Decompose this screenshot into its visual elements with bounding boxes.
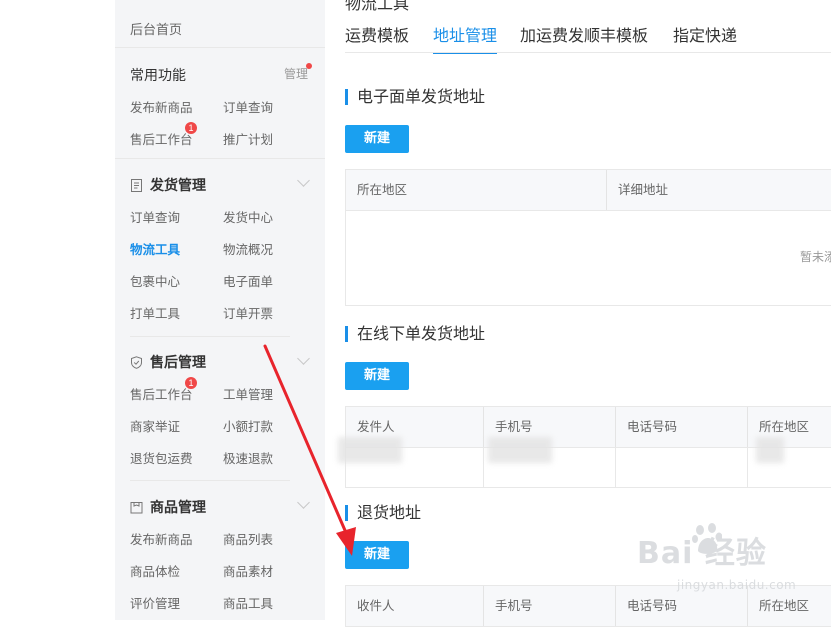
sidebar-item-publish-goods-2[interactable]: 发布新商品 (130, 529, 193, 548)
manage-link[interactable]: 管理 (284, 65, 308, 82)
chevron-down-icon[interactable] (297, 352, 310, 365)
common-functions-title: 常用功能 (130, 68, 186, 84)
tab-freight-template[interactable]: 运费模板 (345, 22, 409, 46)
paw-icon (692, 523, 722, 554)
shipping-management-title: 发货管理 (150, 178, 206, 194)
chevron-down-icon[interactable] (297, 174, 310, 187)
ewaybill-address-table: 所在地区 详细地址 暂未添 (345, 169, 831, 306)
sidebar-item-review-management[interactable]: 评价管理 (130, 593, 180, 612)
sidebar-item-merchant-evidence[interactable]: 商家举证 (130, 416, 180, 435)
tab-divider (345, 52, 831, 53)
chevron-down-icon[interactable] (297, 496, 310, 509)
column-header: 详细地址 (606, 170, 831, 210)
page-title: 物流工具 (345, 0, 410, 13)
shipping-management-header[interactable]: 发货管理 (130, 175, 206, 195)
sidebar-item-aftersale-workbench[interactable]: 售后工作台 (130, 129, 193, 148)
count-badge: 1 (185, 122, 197, 134)
sidebar: 后台首页 常用功能 管理 发布新商品 订单查询 售后工作台 1 推广计划 发货管… (115, 0, 325, 620)
sidebar-item-promotion-plan[interactable]: 推广计划 (223, 129, 273, 148)
section-title-online-order-address: 在线下单发货地址 (345, 326, 485, 342)
document-icon (130, 179, 143, 192)
sidebar-item-e-waybill[interactable]: 电子面单 (223, 271, 273, 290)
sidebar-item-print-tools[interactable]: 打单工具 (130, 303, 180, 322)
divider (115, 47, 325, 48)
sidebar-item-small-payment[interactable]: 小额打款 (223, 416, 273, 435)
new-online-order-address-button[interactable]: 新建 (345, 362, 409, 390)
redacted-content (338, 437, 402, 463)
sidebar-item-logistics-tools[interactable]: 物流工具 (130, 239, 180, 258)
column-divider (615, 447, 616, 487)
column-header: 收件人 (357, 598, 395, 613)
main-content: 物流工具 运费模板 地址管理 加运费发顺丰模板 指定快递 电子面单发货地址 新建… (325, 0, 831, 627)
redacted-content (488, 437, 552, 463)
notification-dot (306, 63, 312, 69)
sidebar-home-link[interactable]: 后台首页 (130, 19, 182, 38)
sidebar-item-goods-checkup[interactable]: 商品体检 (130, 561, 180, 580)
sidebar-item-package-center[interactable]: 包裹中心 (130, 271, 180, 290)
tab-sf-template[interactable]: 加运费发顺丰模板 (520, 22, 648, 46)
count-badge: 1 (185, 377, 197, 389)
empty-state-text: 暂未添 (800, 250, 831, 264)
section-title-return-address: 退货地址 (345, 505, 421, 521)
divider (130, 336, 290, 337)
new-ewaybill-address-button[interactable]: 新建 (345, 125, 409, 153)
goods-management-title: 商品管理 (150, 500, 206, 516)
sidebar-item-goods-list[interactable]: 商品列表 (223, 529, 273, 548)
online-order-address-table: 发件人 手机号 电话号码 所在地区 (338, 406, 831, 488)
sidebar-item-order-query-2[interactable]: 订单查询 (130, 207, 180, 226)
sidebar-item-shipping-center[interactable]: 发货中心 (223, 207, 273, 226)
sidebar-item-order-invoice[interactable]: 订单开票 (223, 303, 273, 322)
baidu-jingyan-watermark: Bai 经验 jingyan.baidu.com (637, 523, 827, 618)
goods-management-header[interactable]: 商品管理 (130, 497, 206, 517)
aftersale-management-header[interactable]: 售后管理 (130, 352, 206, 372)
column-header: 手机号 (483, 586, 615, 626)
column-header: 所在地区 (357, 182, 408, 197)
tab-address-management[interactable]: 地址管理 (433, 22, 497, 46)
aftersale-management-title: 售后管理 (150, 355, 206, 371)
sidebar-item-aftersale-workbench-2[interactable]: 售后工作台 (130, 384, 193, 403)
new-return-address-button[interactable]: 新建 (345, 541, 409, 569)
sidebar-item-return-shipping[interactable]: 退货包运费 (130, 448, 193, 467)
table-header: 所在地区 详细地址 (346, 170, 831, 211)
sidebar-item-publish-goods[interactable]: 发布新商品 (130, 97, 193, 116)
divider (130, 480, 290, 481)
divider (115, 158, 325, 159)
redacted-content (756, 437, 784, 463)
shield-check-icon (130, 356, 143, 369)
sidebar-item-logistics-overview[interactable]: 物流概况 (223, 239, 273, 258)
column-divider (747, 447, 748, 487)
watermark-url: jingyan.baidu.com (677, 578, 797, 592)
sidebar-item-quick-refund[interactable]: 极速退款 (223, 448, 273, 467)
column-divider (483, 447, 484, 487)
section-title-ewaybill-address: 电子面单发货地址 (345, 89, 485, 105)
sidebar-item-goods-tools[interactable]: 商品工具 (223, 593, 273, 612)
tab-designated-courier[interactable]: 指定快递 (673, 22, 737, 46)
left-blank-area (0, 0, 115, 620)
sidebar-item-order-query[interactable]: 订单查询 (223, 97, 273, 116)
sidebar-item-ticket-management[interactable]: 工单管理 (223, 384, 273, 403)
column-header: 电话号码 (615, 407, 747, 447)
goods-box-icon (130, 501, 143, 514)
sidebar-item-goods-material[interactable]: 商品素材 (223, 561, 273, 580)
